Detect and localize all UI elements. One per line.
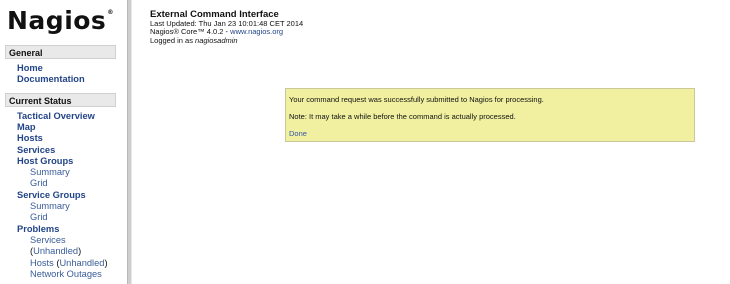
success-message-box: Your command request was successfully su…: [285, 88, 695, 142]
nav-host-groups-summary[interactable]: Summary: [30, 167, 70, 178]
nagios-website-link[interactable]: www.nagios.org: [230, 27, 283, 36]
paren-close-hosts: ): [104, 258, 108, 268]
nav-problems-hosts[interactable]: Hosts: [30, 258, 54, 268]
done-link[interactable]: Done: [289, 129, 307, 138]
nav-documentation[interactable]: Documentation: [17, 74, 85, 85]
frame-divider[interactable]: [127, 0, 132, 284]
nav-problems-services-unhandled-row: (Unhandled): [30, 246, 81, 257]
nav-services[interactable]: Services: [17, 145, 55, 156]
username: nagiosadmin: [195, 35, 238, 45]
nav-home[interactable]: Home: [17, 63, 43, 74]
sidebar: Nagios® General Home Documentation Curre…: [0, 0, 126, 284]
nav-hosts[interactable]: Hosts: [17, 133, 43, 144]
success-message: Your command request was successfully su…: [289, 95, 544, 104]
processing-note: Note: It may take a while before the com…: [289, 112, 516, 121]
paren-close: ): [78, 246, 82, 256]
nav-service-groups-grid[interactable]: Grid: [30, 212, 48, 223]
nav-problems[interactable]: Problems: [17, 224, 59, 235]
section-header-general: General: [5, 45, 116, 59]
section-header-current-status: Current Status: [5, 93, 116, 107]
nav-host-groups-grid[interactable]: Grid: [30, 178, 48, 189]
logged-in-text: Logged in as: [150, 35, 196, 45]
nav-service-groups[interactable]: Service Groups: [17, 190, 86, 201]
nav-problems-hosts-row: Hosts (Unhandled): [30, 258, 108, 269]
nav-tactical-overview[interactable]: Tactical Overview: [17, 111, 95, 122]
nav-services-unhandled[interactable]: Unhandled: [33, 246, 78, 256]
nav-service-groups-summary[interactable]: Summary: [30, 201, 70, 212]
nagios-logo[interactable]: Nagios®: [7, 6, 114, 36]
nav-map[interactable]: Map: [17, 122, 36, 133]
logged-in-line: Logged in as nagiosadmin: [150, 35, 303, 45]
nav-problems-services[interactable]: Services: [30, 235, 66, 246]
nav-host-groups[interactable]: Host Groups: [17, 156, 73, 167]
nav-hosts-unhandled[interactable]: Unhandled: [59, 258, 104, 268]
nav-network-outages[interactable]: Network Outages: [30, 269, 102, 280]
info-block: External Command Interface Last Updated:…: [150, 10, 303, 45]
